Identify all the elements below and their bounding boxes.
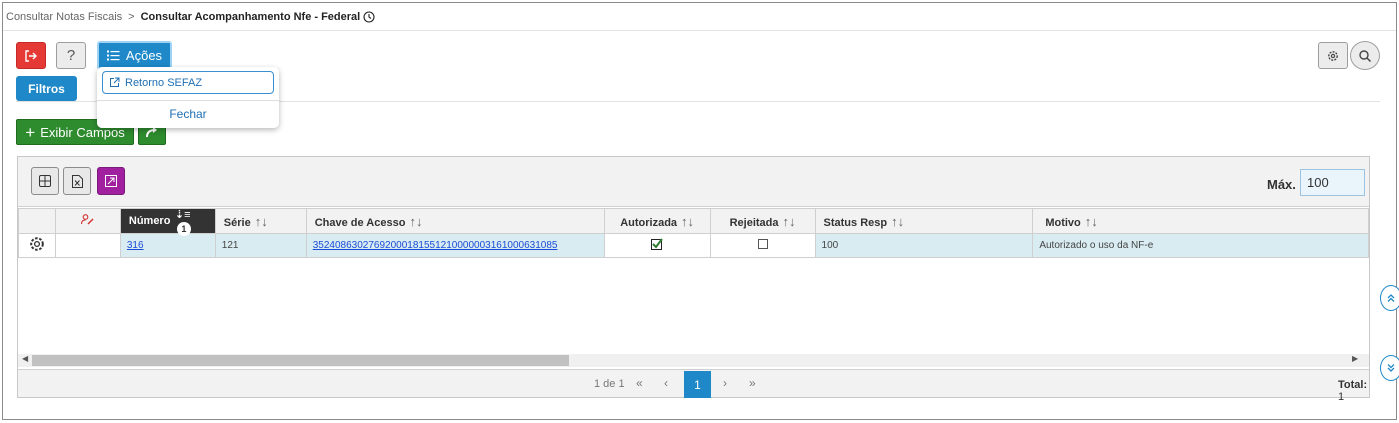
- menu-divider: [97, 100, 279, 101]
- cell-chave[interactable]: 3524086302769200018155121000000316100063…: [305, 233, 605, 258]
- page-title: Consultar Acompanhamento Nfe - Federal: [140, 11, 361, 23]
- pagination-bar: 1 de 1 « ‹ 1 › » Total: 1: [18, 369, 1369, 403]
- total-count: Total: 1: [1338, 379, 1369, 403]
- header-actions: [18, 208, 56, 234]
- cell-rejeitada: [709, 233, 816, 258]
- filtros-label: Filtros: [28, 81, 65, 96]
- list-icon: [106, 50, 120, 61]
- header-serie-label: Série: [223, 216, 251, 229]
- help-icon: ?: [66, 47, 76, 64]
- header-rejeitada[interactable]: Rejeitada ↑↓: [709, 208, 816, 234]
- cell-motivo: Autorizado o uso da NF-e: [1032, 233, 1369, 258]
- sort-icon: ↑↓: [681, 213, 695, 229]
- first-page-icon[interactable]: «: [636, 376, 643, 390]
- plus-icon: +: [25, 122, 36, 142]
- scroll-right-icon[interactable]: ▶: [1352, 354, 1358, 363]
- table-row[interactable]: 316 121 35240863027692000181551210000003…: [18, 233, 1369, 258]
- double-chevron-up-icon: [1387, 294, 1395, 302]
- header-user-filter[interactable]: [54, 208, 121, 234]
- data-grid: Máx. Número ⇣≡ 1: [17, 156, 1370, 403]
- acoes-button[interactable]: Ações: [97, 41, 172, 70]
- breadcrumb-separator: >: [128, 11, 135, 23]
- max-label: Máx.: [1267, 177, 1296, 192]
- external-link-icon: [110, 77, 120, 87]
- numero-link[interactable]: 316: [127, 240, 144, 251]
- header-motivo[interactable]: Motivo ↑↓: [1032, 208, 1369, 234]
- sort-icon: ↑↓: [891, 213, 905, 229]
- grid-layout-button[interactable]: [31, 167, 59, 195]
- chave-link[interactable]: 3524086302769200018155121000000316100063…: [313, 240, 558, 251]
- table-header-row: Número ⇣≡ 1 Série ↑↓ Chave de Acesso ↑↓ Au…: [18, 208, 1369, 236]
- horizontal-scrollbar[interactable]: ◀ ▶: [18, 354, 1369, 367]
- divider: [3, 30, 1396, 31]
- header-rejeitada-label: Rejeitada: [729, 216, 779, 229]
- scroll-left-icon[interactable]: ◀: [22, 354, 28, 363]
- menu-item-label: Retorno SEFAZ: [125, 76, 203, 89]
- breadcrumb: Consultar Notas Fiscais > Consultar Acom…: [6, 11, 375, 23]
- cell-numero[interactable]: 316: [119, 233, 216, 258]
- scroll-bottom-button[interactable]: [1380, 355, 1399, 381]
- sort-order-badge: 1: [176, 222, 191, 236]
- help-button[interactable]: ?: [56, 42, 86, 69]
- menu-item-retorno-sefaz[interactable]: Retorno SEFAZ: [102, 71, 274, 94]
- results-table: Número ⇣≡ 1 Série ↑↓ Chave de Acesso ↑↓ Au…: [18, 208, 1369, 258]
- sort-icon: ↑↓: [782, 213, 796, 229]
- grid-toolbar: Máx.: [18, 157, 1369, 207]
- acoes-label: Ações: [125, 48, 163, 63]
- header-status-label: Status Resp: [823, 216, 888, 229]
- total-value: 1: [1338, 391, 1345, 403]
- breadcrumb-parent-link[interactable]: Consultar Notas Fiscais: [6, 11, 122, 23]
- page-info: 1 de 1: [594, 378, 625, 390]
- header-numero-label: Número: [128, 215, 171, 227]
- prev-page-icon[interactable]: ‹: [664, 376, 668, 390]
- exit-button[interactable]: [16, 42, 46, 69]
- header-chave[interactable]: Chave de Acesso ↑↓: [305, 208, 605, 234]
- header-autorizada-label: Autorizada: [620, 216, 678, 229]
- search-button[interactable]: [1350, 41, 1380, 70]
- last-page-icon[interactable]: »: [749, 376, 756, 390]
- filtros-button[interactable]: Filtros: [16, 76, 77, 101]
- header-numero[interactable]: Número ⇣≡ 1: [119, 208, 216, 236]
- excel-file-icon: [71, 174, 83, 188]
- search-icon: [1359, 49, 1372, 62]
- row-settings-cell[interactable]: [18, 233, 56, 258]
- acoes-dropdown-menu: Retorno SEFAZ Fechar: [97, 67, 279, 128]
- header-serie[interactable]: Série ↑↓: [214, 208, 307, 234]
- logout-icon: [25, 49, 37, 62]
- header-motivo-label: Motivo: [1045, 216, 1081, 229]
- sort-icon: ↑↓: [1084, 213, 1098, 229]
- unchecked-checkbox-icon: [757, 239, 768, 249]
- expand-icon: [105, 175, 117, 187]
- sort-icon: ↑↓: [254, 213, 268, 229]
- current-page-button[interactable]: 1: [684, 371, 711, 398]
- cell-status: 100: [814, 233, 1034, 258]
- settings-button[interactable]: [1318, 42, 1348, 69]
- sort-desc-icon: ⇣≡: [174, 209, 191, 221]
- expand-button[interactable]: [97, 167, 125, 195]
- user-edit-icon: [81, 214, 94, 225]
- menu-close-button[interactable]: Fechar: [97, 107, 279, 121]
- total-label: Total:: [1338, 379, 1368, 391]
- clock-icon[interactable]: [363, 11, 375, 23]
- header-status[interactable]: Status Resp ↑↓: [814, 208, 1034, 234]
- scroll-top-button[interactable]: [1380, 285, 1399, 311]
- checked-checkbox-icon: [651, 238, 663, 250]
- cell-serie: 121: [214, 233, 307, 258]
- max-rows-input[interactable]: [1300, 169, 1365, 196]
- next-page-icon[interactable]: ›: [723, 376, 727, 390]
- double-chevron-down-icon: [1387, 364, 1395, 372]
- export-excel-button[interactable]: [63, 167, 91, 195]
- cell-autorizada: [603, 233, 711, 258]
- header-autorizada[interactable]: Autorizada ↑↓: [603, 208, 711, 234]
- gear-icon: [1328, 50, 1338, 61]
- grid-icon: [39, 175, 51, 187]
- sort-icon: ↑↓: [409, 213, 423, 229]
- header-chave-label: Chave de Acesso: [314, 216, 406, 229]
- row-user-cell: [54, 233, 121, 258]
- gear-icon[interactable]: [28, 235, 46, 253]
- scrollbar-thumb[interactable]: [32, 355, 569, 366]
